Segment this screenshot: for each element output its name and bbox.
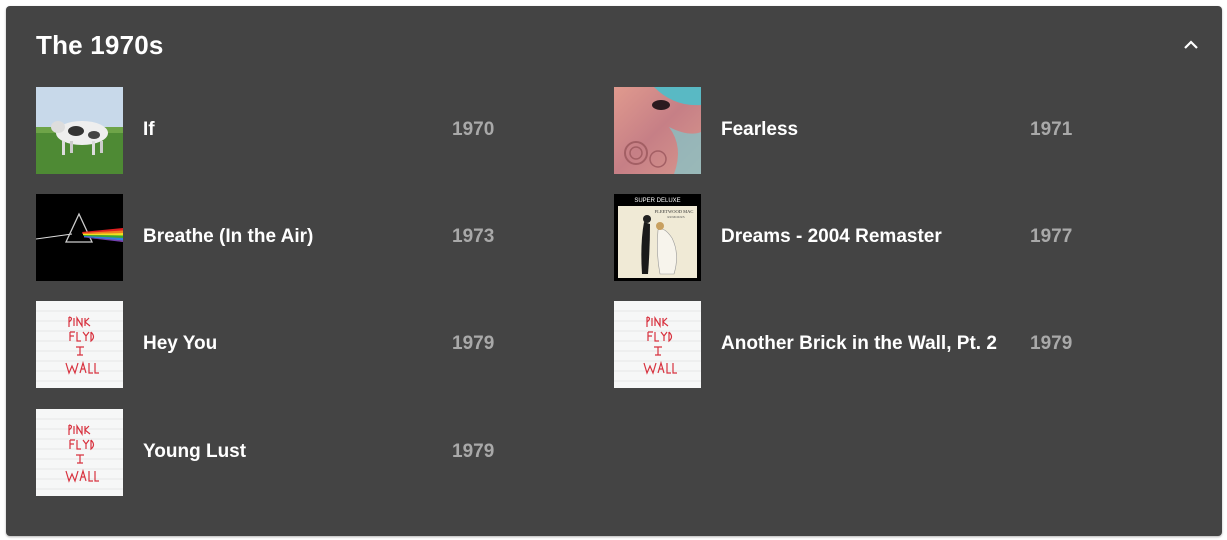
album-cover-dark-side-of-the-moon [36,193,123,281]
album-cover-the-wall [36,300,123,388]
chevron-up-icon [1184,40,1198,49]
track-year: 1979 [1030,333,1073,354]
track-year: 1973 [452,226,495,247]
section-title: The 1970s [36,30,164,60]
album-cover-meddle [614,86,701,174]
track-title: If [143,119,155,140]
track-title: Young Lust [143,441,247,462]
album-cover-atom-heart-mother [36,86,123,174]
track-year: 1979 [452,333,495,354]
svg-text:SUPER DELUXE: SUPER DELUXE [634,198,680,204]
track-year: 1970 [452,119,495,140]
track-item[interactable]: Breathe (In the Air) 1973 [36,193,576,281]
track-item[interactable]: If 1970 [36,86,576,174]
track-item[interactable]: Young Lust 1979 [36,408,576,496]
track-item[interactable]: Another Brick in the Wall, Pt. 2 1979 [614,300,1154,388]
svg-text:FLEETWOOD MAC: FLEETWOOD MAC [655,209,694,214]
album-cover-rumours: SUPER DELUXE FLEETWOOD MAC RUMOURS [614,193,701,281]
track-title: Fearless [721,119,799,140]
track-year: 1979 [452,441,495,462]
track-item[interactable]: Hey You 1979 [36,300,576,388]
track-title: Hey You [143,333,218,354]
track-title: Dreams - 2004 Remaster [721,226,942,247]
track-year: 1971 [1030,119,1073,140]
track-year: 1977 [1030,226,1073,247]
album-cover-the-wall [36,408,123,496]
track-item[interactable]: SUPER DELUXE FLEETWOOD MAC RUMOURS Dream… [614,193,1154,281]
album-cover-the-wall [614,300,701,388]
track-title: Breathe (In the Air) [143,226,314,247]
track-item[interactable]: Fearless 1971 [614,86,1154,174]
svg-text:RUMOURS: RUMOURS [667,215,684,219]
decade-section-card: The 1970s If 1970 Fearless 1971 Breathe … [6,6,1222,536]
track-title: Another Brick in the Wall, Pt. 2 [721,333,997,354]
collapse-button[interactable] [1176,30,1206,60]
